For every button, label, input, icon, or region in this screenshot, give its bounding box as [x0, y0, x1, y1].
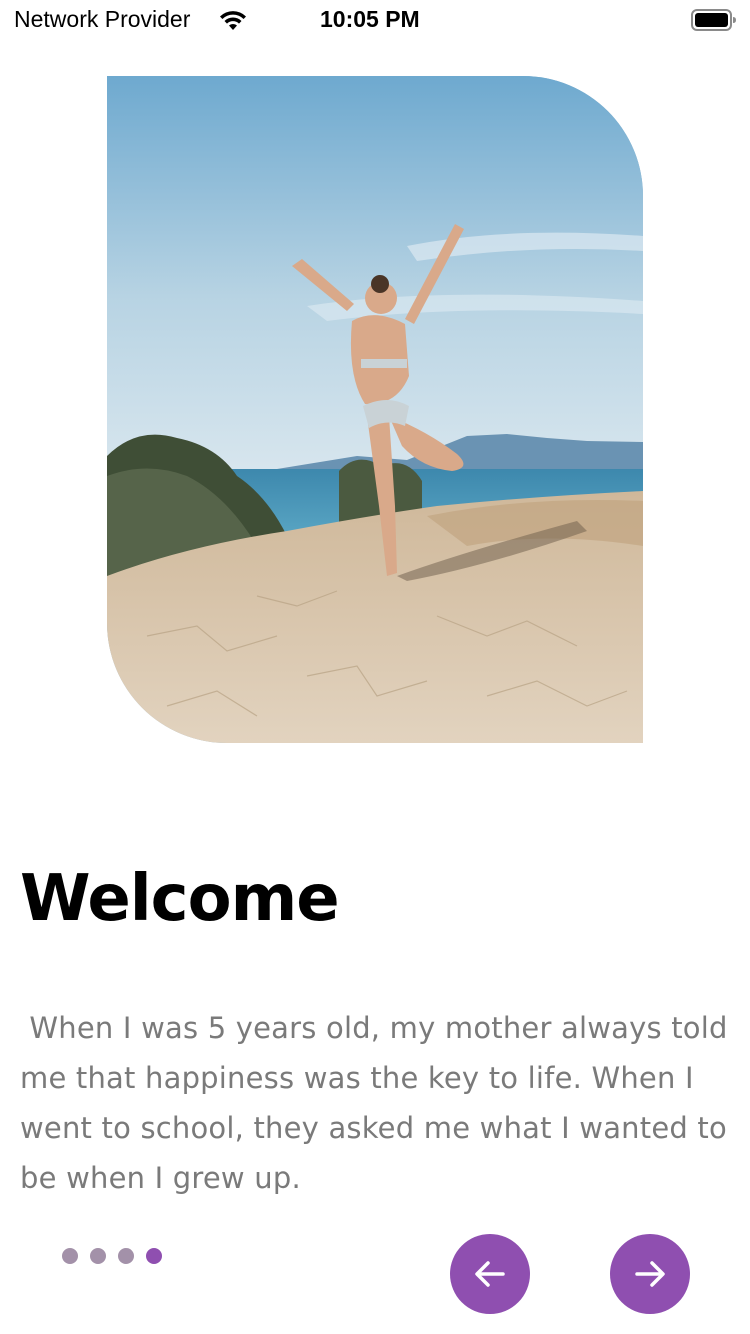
page-dot-4-active[interactable] — [146, 1248, 162, 1264]
battery-full-icon — [691, 9, 736, 31]
arrow-right-icon — [635, 1261, 665, 1287]
hero-image — [107, 76, 643, 743]
wifi-icon — [220, 11, 246, 30]
onboarding-screen: Network Provider 10:05 PM Welcome When I… — [0, 0, 750, 1334]
arrow-left-icon — [475, 1261, 505, 1287]
page-title: Welcome — [20, 862, 340, 936]
previous-button[interactable] — [450, 1234, 530, 1314]
status-time: 10:05 PM — [320, 6, 420, 32]
carrier-name: Network Provider — [14, 6, 191, 32]
page-indicator — [62, 1248, 162, 1266]
page-dot-3[interactable] — [118, 1248, 134, 1264]
onboarding-description: When I was 5 years old, my mother always… — [20, 1011, 738, 1195]
page-dot-2[interactable] — [90, 1248, 106, 1264]
status-bar: Network Provider 10:05 PM — [0, 0, 750, 42]
hero-illustration — [107, 76, 643, 743]
next-button[interactable] — [610, 1234, 690, 1314]
page-dot-1[interactable] — [62, 1248, 78, 1264]
